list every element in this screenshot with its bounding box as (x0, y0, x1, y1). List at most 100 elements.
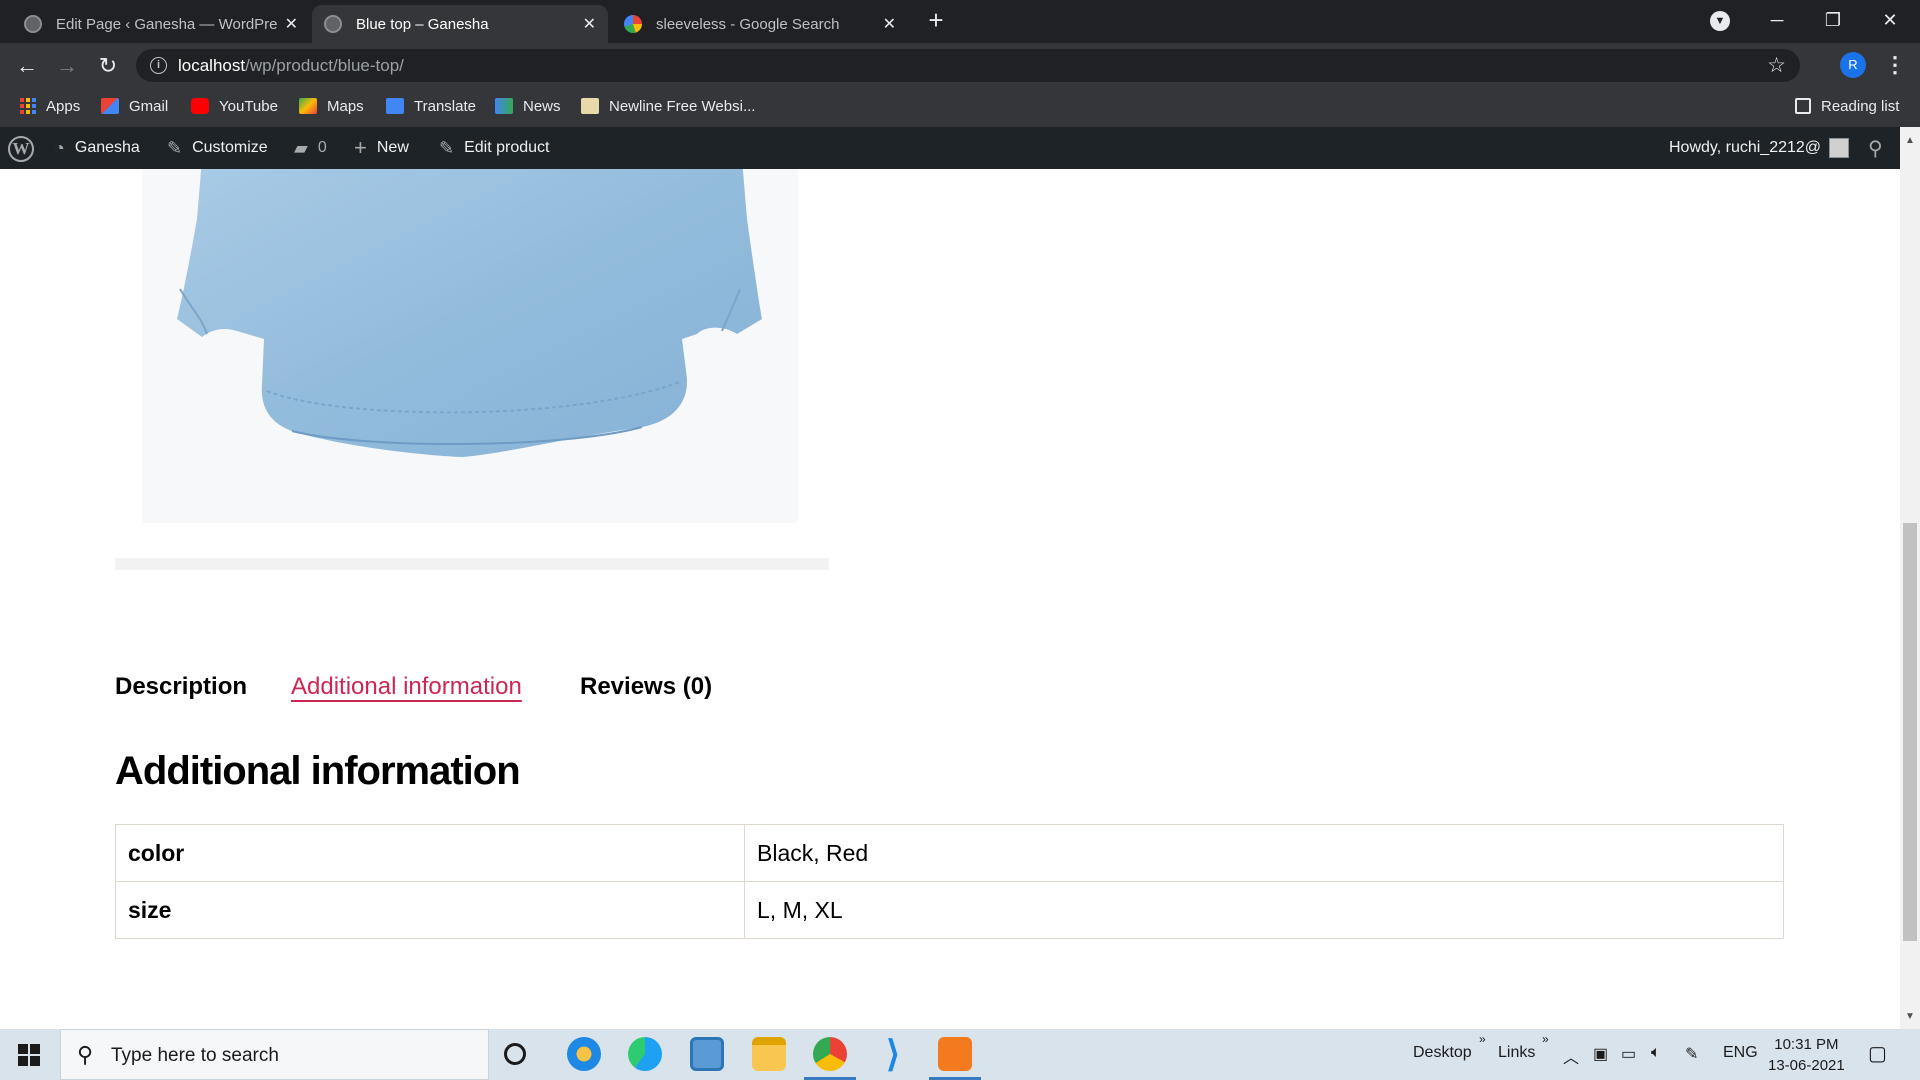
bookmark-apps[interactable]: Apps (20, 88, 80, 124)
bookmark-star-icon[interactable]: ☆ (1767, 53, 1786, 78)
browser-tab-google-search[interactable]: sleeveless - Google Search ✕ (612, 5, 908, 43)
site-name-label: Ganesha (74, 139, 140, 156)
control-panel-icon[interactable] (690, 1037, 724, 1071)
new-label: New (376, 139, 409, 156)
site-info-icon[interactable]: i (150, 57, 167, 74)
customize-label: Customize (192, 139, 268, 156)
tab-reviews[interactable]: Reviews (0) (580, 673, 712, 701)
browser-tab-edit-page[interactable]: Edit Page ‹ Ganesha — WordPress ✕ (12, 5, 310, 43)
close-window-icon[interactable]: ✕ (1860, 0, 1920, 40)
reading-list-icon (1795, 98, 1811, 114)
bookmark-label: Newline Free Websi... (609, 97, 756, 115)
google-icon (624, 15, 642, 33)
page-scrollbar[interactable]: ▲ ▼ (1900, 127, 1920, 1029)
chevron-up-icon[interactable]: ︿ (1563, 1044, 1579, 1068)
desktop-toolbar-label[interactable]: Desktop (1413, 1044, 1472, 1062)
forward-icon[interactable]: → (52, 51, 82, 81)
bookmark-newline[interactable]: Newline Free Websi... (581, 88, 755, 124)
battery-icon[interactable]: ▭ (1621, 1044, 1636, 1064)
blue-top-illustration (177, 169, 762, 457)
url-text[interactable]: localhost/wp/product/blue-top/ (178, 56, 404, 76)
internet-explorer-icon[interactable] (567, 1037, 601, 1071)
bookmarks-bar: Apps Gmail YouTube Maps Translate News N… (0, 88, 1920, 127)
chrome-icon[interactable] (813, 1037, 847, 1071)
url-path: /wp/product/blue-top/ (245, 56, 404, 75)
profile-avatar[interactable]: R (1840, 52, 1866, 78)
bookmark-translate[interactable]: Translate (386, 88, 476, 124)
bookmark-youtube[interactable]: YouTube (191, 88, 278, 124)
reading-list-button[interactable]: Reading list (1795, 88, 1899, 124)
admin-user-menu[interactable]: Howdy, ruchi_2212@ (1669, 127, 1850, 169)
chrome-menu-icon[interactable]: ⋮ (1884, 52, 1906, 78)
youtube-icon (191, 98, 209, 114)
howdy-label: Howdy, ruchi_2212@ (1669, 139, 1822, 156)
attribute-name: color (115, 824, 745, 882)
gallery-thumbnail-bar (115, 558, 829, 570)
admin-customize[interactable]: ✎ Customize (167, 127, 268, 169)
chevron-double-icon[interactable]: » (1542, 1032, 1549, 1046)
attribute-name: size (115, 881, 745, 939)
admin-site-name[interactable]: ◔ Ganesha (54, 127, 140, 169)
restore-icon[interactable]: ❐ (1803, 0, 1863, 40)
close-tab-icon[interactable]: ✕ (883, 14, 896, 34)
table-row: color Black, Red (115, 824, 1784, 882)
language-indicator[interactable]: ENG (1723, 1044, 1758, 1062)
section-heading: Additional information (115, 749, 521, 793)
browser-tab-blue-top[interactable]: Blue top – Ganesha ✕ (312, 5, 608, 43)
address-bar[interactable]: i localhost/wp/product/blue-top/ ☆ (136, 49, 1800, 82)
search-icon: ⚲ (77, 1042, 94, 1067)
clock[interactable]: 10:31 PM 13-06-2021 (1768, 1034, 1845, 1076)
minimize-icon[interactable]: ─ (1747, 0, 1807, 40)
browser-toolbar: ← → ↻ i localhost/wp/product/blue-top/ ☆ (0, 43, 1920, 88)
admin-new[interactable]: + New (354, 127, 409, 169)
bookmark-gmail[interactable]: Gmail (101, 88, 168, 124)
product-image[interactable] (142, 169, 798, 523)
tab-title: Edit Page ‹ Ganesha — WordPress (56, 15, 277, 33)
dashboard-icon: ◔ (54, 137, 65, 158)
edge-icon[interactable] (628, 1037, 662, 1071)
bookmark-label: News (523, 97, 561, 115)
admin-search-icon[interactable]: ⚲ (1868, 127, 1883, 169)
bookmark-label: Apps (46, 97, 81, 115)
attribute-value: L, M, XL (744, 881, 1784, 939)
admin-edit-product[interactable]: ✎ Edit product (439, 127, 549, 169)
bookmark-label: YouTube (219, 97, 278, 115)
bookmark-maps[interactable]: Maps (299, 88, 364, 124)
file-explorer-icon[interactable] (752, 1037, 786, 1071)
chevron-double-icon[interactable]: » (1479, 1032, 1486, 1046)
tab-additional-information[interactable]: Additional information (291, 673, 522, 701)
plus-icon: + (354, 135, 367, 160)
reload-icon[interactable]: ↻ (93, 51, 123, 81)
scroll-up-arrow-icon[interactable]: ▲ (1900, 135, 1920, 146)
taskbar-search-input[interactable]: ⚲ Type here to search (60, 1029, 489, 1080)
pen-icon[interactable]: ✎ (1685, 1044, 1698, 1064)
back-icon[interactable]: ← (12, 51, 42, 81)
close-tab-icon[interactable]: ✕ (583, 14, 596, 34)
volume-icon[interactable]: 🔈︎ (1651, 1044, 1661, 1062)
url-host: localhost (178, 56, 246, 75)
close-tab-icon[interactable]: ✕ (285, 14, 298, 34)
tab-search-icon[interactable]: ▼ (1710, 11, 1730, 31)
wordpress-logo-icon[interactable]: W (8, 136, 34, 162)
cortana-icon[interactable] (504, 1043, 526, 1065)
xampp-icon[interactable] (938, 1037, 972, 1071)
admin-comments[interactable]: ▰ 0 (294, 127, 327, 169)
windows-start-icon[interactable] (18, 1044, 40, 1066)
notifications-icon[interactable]: ▢ (1868, 1041, 1887, 1066)
bookmark-news[interactable]: News (495, 88, 561, 124)
bookmark-folder-icon (581, 98, 599, 114)
links-toolbar-label[interactable]: Links (1498, 1044, 1535, 1062)
scrollbar-thumb[interactable] (1903, 523, 1917, 941)
comments-count: 0 (317, 139, 327, 156)
wp-admin-bar: W ◔ Ganesha ✎ Customize ▰ 0 + New ✎ Edit… (0, 127, 1920, 169)
new-tab-button[interactable]: + (922, 6, 950, 34)
windows-taskbar: ⚲ Type here to search ⟩ Desktop » Links … (0, 1029, 1920, 1080)
vscode-icon[interactable]: ⟩ (876, 1036, 910, 1072)
tab-title: sleeveless - Google Search (656, 15, 840, 33)
tab-description[interactable]: Description (115, 673, 247, 701)
scroll-down-arrow-icon[interactable]: ▼ (1900, 1011, 1920, 1022)
search-placeholder: Type here to search (111, 1045, 279, 1066)
meet-now-icon[interactable]: ▣ (1593, 1044, 1608, 1064)
product-page: Description Additional information Revie… (0, 169, 1900, 1029)
browser-tab-strip: Edit Page ‹ Ganesha — WordPress ✕ Blue t… (0, 0, 1920, 43)
